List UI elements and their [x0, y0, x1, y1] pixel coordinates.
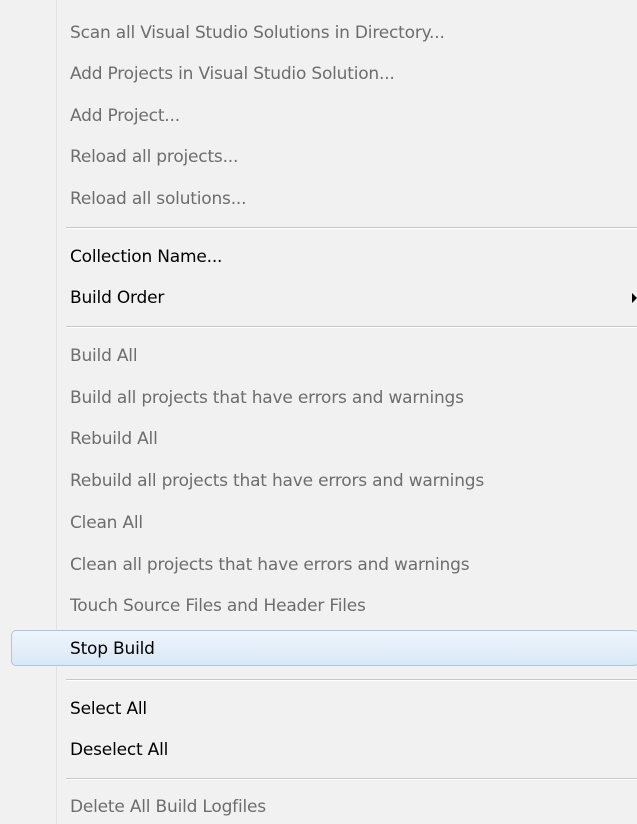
menu-item-label: Rebuild All: [70, 429, 158, 449]
context-menu: Scan all Visual Studio Solutions in Dire…: [0, 0, 637, 824]
menu-item-deselect-all[interactable]: Deselect All: [58, 732, 637, 768]
menu-separator: [66, 679, 637, 681]
menu-item-scan-solutions[interactable]: Scan all Visual Studio Solutions in Dire…: [58, 15, 637, 51]
menu-separator: [66, 326, 637, 328]
menu-item-label: Deselect All: [70, 740, 169, 760]
menu-item-build-order[interactable]: Build Order: [58, 280, 637, 316]
menu-item-add-projects-in-solution[interactable]: Add Projects in Visual Studio Solution..…: [58, 56, 637, 92]
menu-item-label: Collection Name...: [70, 247, 223, 267]
chevron-right-icon: [632, 293, 637, 303]
menu-item-label: Scan all Visual Studio Solutions in Dire…: [70, 23, 445, 43]
menu-item-clean-errors-warnings[interactable]: Clean all projects that have errors and …: [58, 547, 637, 583]
menu-item-label: Rebuild all projects that have errors an…: [70, 471, 485, 491]
menu-item-label: Select All: [70, 699, 147, 719]
menu-item-label: Reload all solutions...: [70, 189, 247, 209]
menu-separator: [66, 227, 637, 229]
menu-item-select-all[interactable]: Select All: [58, 691, 637, 727]
menu-item-reload-projects[interactable]: Reload all projects...: [58, 139, 637, 175]
menu-item-clean-all[interactable]: Clean All: [58, 505, 637, 541]
menu-item-label: Touch Source Files and Header Files: [70, 596, 366, 616]
menu-item-rebuild-all[interactable]: Rebuild All: [58, 421, 637, 457]
menu-item-label: Build all projects that have errors and …: [70, 388, 464, 408]
menu-item-reload-solutions[interactable]: Reload all solutions...: [58, 181, 637, 217]
menu-item-add-project[interactable]: Add Project...: [58, 98, 637, 134]
menu-item-collection-name[interactable]: Collection Name...: [58, 239, 637, 275]
menu-item-label: Add Projects in Visual Studio Solution..…: [70, 64, 395, 84]
menu-item-label: Add Project...: [70, 106, 180, 126]
menu-item-label: Build Order: [70, 288, 165, 308]
menu-item-touch-source-files[interactable]: Touch Source Files and Header Files: [58, 588, 637, 624]
menu-icon-gutter: [0, 0, 57, 824]
menu-item-label: Stop Build: [70, 639, 155, 659]
menu-item-rebuild-errors-warnings[interactable]: Rebuild all projects that have errors an…: [58, 463, 637, 499]
menu-item-label: Clean All: [70, 513, 143, 533]
menu-item-label: Delete All Build Logfiles: [70, 797, 266, 817]
menu-item-label: Clean all projects that have errors and …: [70, 555, 470, 575]
menu-item-build-errors-warnings[interactable]: Build all projects that have errors and …: [58, 380, 637, 416]
menu-items-panel: Scan all Visual Studio Solutions in Dire…: [11, 0, 637, 824]
menu-item-build-all[interactable]: Build All: [58, 338, 637, 374]
menu-item-delete-build-logfiles[interactable]: Delete All Build Logfiles: [58, 789, 637, 824]
menu-item-stop-build[interactable]: Stop Build: [11, 630, 637, 666]
menu-item-label: Reload all projects...: [70, 147, 239, 167]
menu-item-label: Build All: [70, 346, 138, 366]
menu-separator: [66, 778, 637, 780]
